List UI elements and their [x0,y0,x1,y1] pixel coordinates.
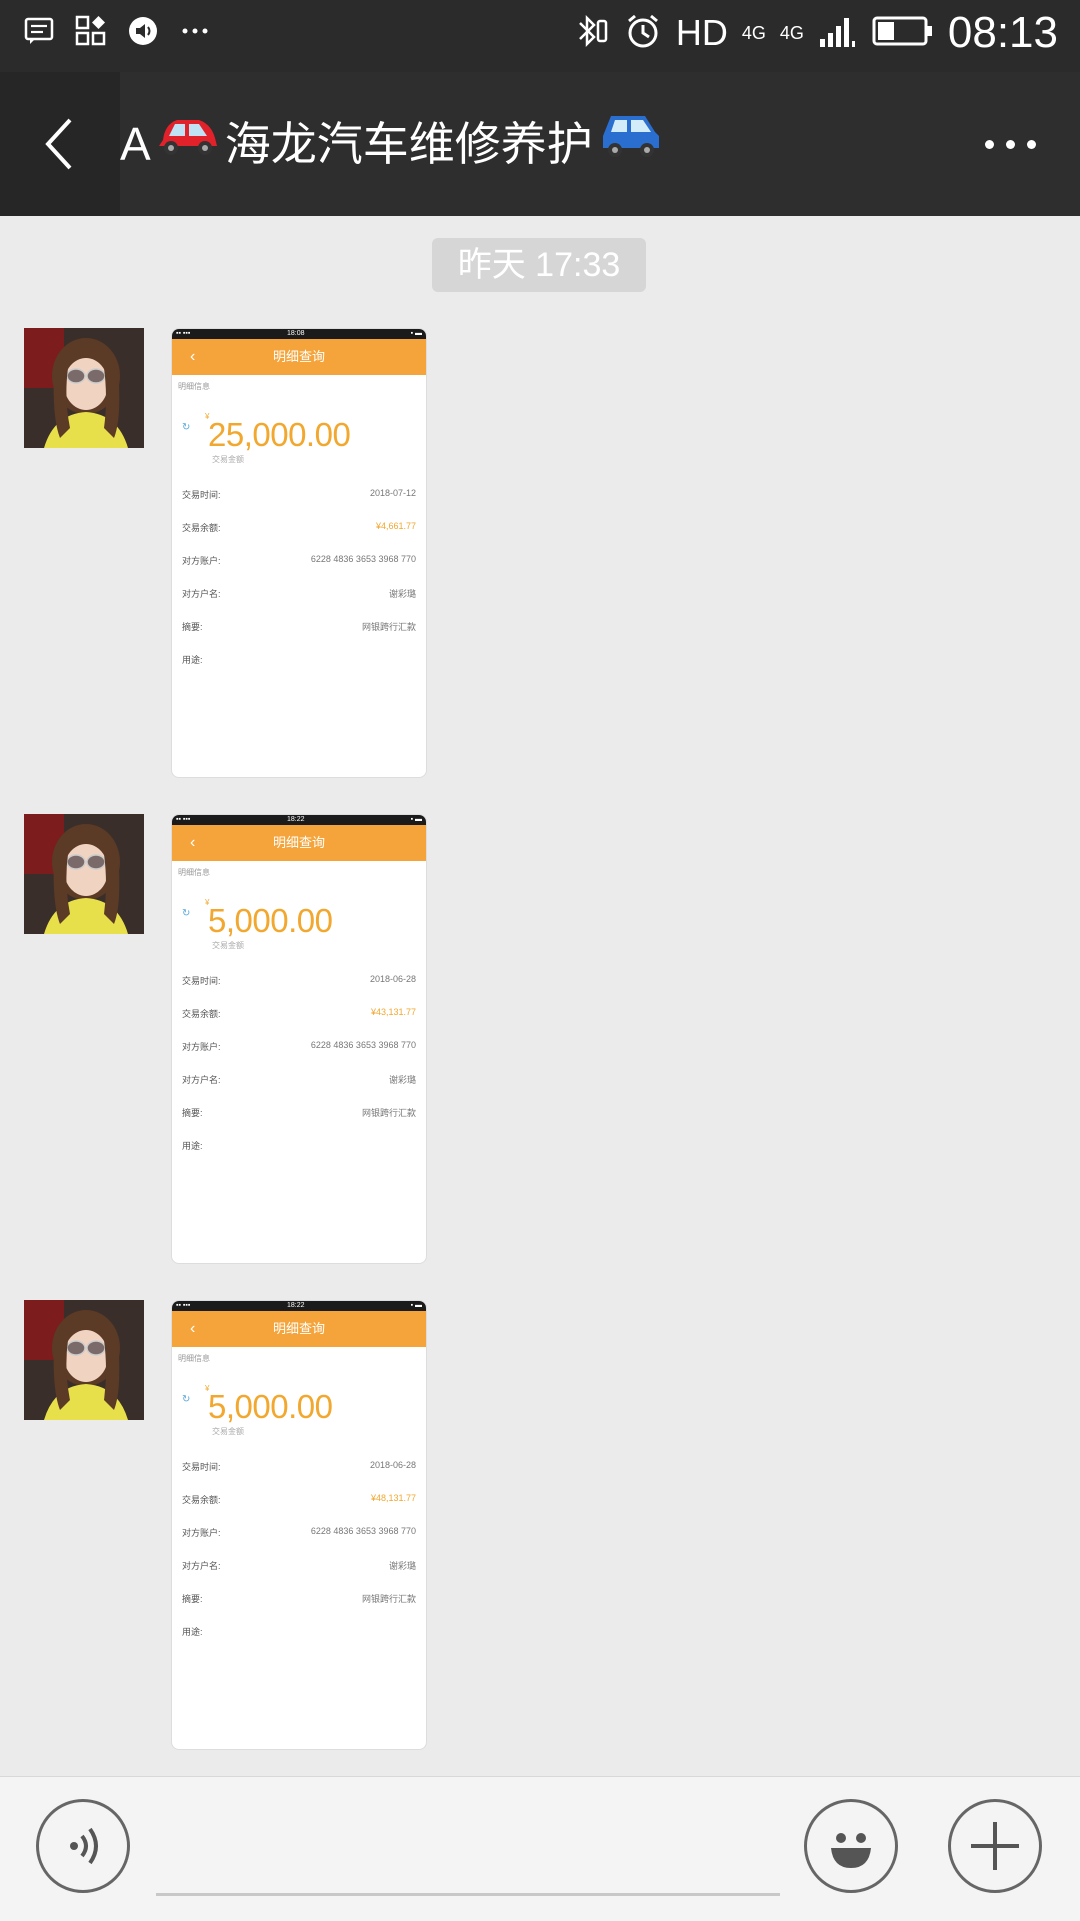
status-left-icons [22,14,212,48]
emoji-icon [831,1833,871,1868]
chat-input-bar [0,1776,1080,1921]
transfer-icon: ↻ [182,422,191,433]
avatar[interactable] [24,328,144,448]
apps-notification-icon [74,14,108,48]
chevron-left-icon [45,118,72,170]
network-4g-label-2: 4G [779,23,804,43]
phone-time: 18:08 [287,330,305,337]
detail-row: 交易余额: ¥4,661.77 [182,521,416,533]
volume-notification-icon [126,14,160,48]
more-options-button[interactable] [970,118,1050,170]
message-notification-icon [22,14,56,48]
avatar[interactable] [24,1300,144,1420]
detail-row: 交易时间: 2018-07-12 [182,488,416,500]
phone-time: 18:22 [287,1302,305,1309]
chevron-left-icon: ‹ [190,1320,196,1337]
screenshot-header-title: 明细查询 [272,835,325,850]
detail-row: 交易时间: 2018-06-28 [182,1460,416,1472]
detail-row: 交易余额: ¥48,131.77 [182,1493,416,1505]
clock: 08:13 [947,8,1058,57]
detail-row: 对方账户: 6228 4836 3653 3968 770 [182,554,416,566]
amount: 25,000.00 [208,416,351,453]
detail-row: 对方户名: 谢彩璐 [182,1561,416,1571]
chat-title: A 海龙汽车维修养护 [120,72,663,216]
chat-title-bar: A 海龙汽车维修养护 [0,72,1080,216]
info-label: 明细信息 [178,868,210,877]
detail-row: 对方户名: 谢彩璐 [182,1075,416,1085]
amount-sub: 交易金额 [212,1427,244,1436]
amount: 5,000.00 [208,1388,333,1425]
hd-label: HD [675,12,728,53]
message-input[interactable] [156,1893,780,1896]
title-main: 海龙汽车维修养护 [224,118,593,170]
image-message-1[interactable]: ▪▪ ▪▪▪ 18:08 ▪ ▬ ‹ 明细查询 明细信息 ↻ ¥ 25,000.00 … [171,328,427,778]
more-dots-icon [984,139,994,149]
detail-row: 用途: [182,1141,203,1151]
screenshot-header-title: 明细查询 [272,1321,325,1336]
plus-button[interactable] [948,1799,1042,1893]
detail-row: 用途: [182,655,203,665]
detail-row: 用途: [182,1627,203,1637]
amount-sub: 交易金额 [212,941,244,950]
plus-icon [971,1822,1019,1870]
more-notifications-icon [178,14,212,48]
chevron-left-icon: ‹ [190,834,196,851]
detail-row: 对方账户: 6228 4836 3653 3968 770 [182,1040,416,1052]
detail-row: 对方户名: 谢彩璐 [182,589,416,599]
transfer-icon: ↻ [182,1394,191,1405]
detail-row: 摘要: 网银跨行汇款 [182,622,416,632]
message-timestamp: 昨天 17:33 [432,238,646,292]
detail-row: 交易余额: ¥43,131.77 [182,1007,416,1019]
detail-row: 对方账户: 6228 4836 3653 3968 770 [182,1526,416,1538]
status-bar: HD 4G 4G 08:13 [0,0,1080,72]
signal-icon [818,13,858,54]
info-label: 明细信息 [178,1354,210,1363]
image-message-3[interactable]: ▪▪ ▪▪▪ 18:22 ▪ ▬ ‹ 明细查询 明细信息 ↻ ¥ 5,000.00 交… [171,1300,427,1750]
amount-sub: 交易金额 [212,455,244,464]
info-label: 明细信息 [178,382,210,391]
battery-icon [872,15,934,52]
amount: 5,000.00 [208,902,333,939]
user-photo-icon [24,328,144,448]
chevron-left-icon: ‹ [190,348,196,365]
user-photo-icon [24,814,144,934]
red-car-emoji-icon [155,72,221,216]
detail-row: 摘要: 网银跨行汇款 [182,1594,416,1604]
detail-row: 摘要: 网银跨行汇款 [182,1108,416,1118]
voice-input-button[interactable] [36,1799,130,1893]
network-4g-label: 4G [741,23,766,43]
voice-icon [70,1827,98,1865]
image-message-2[interactable]: ▪▪ ▪▪▪ 18:22 ▪ ▬ ‹ 明细查询 明细信息 ↻ ¥ 5,000.00 交… [171,814,427,1264]
phone-time: 18:22 [287,816,305,823]
screenshot-header-title: 明细查询 [272,349,325,364]
blue-car-emoji-icon [597,72,663,216]
back-button[interactable] [0,72,120,216]
transfer-icon: ↻ [182,908,191,919]
detail-row: 交易时间: 2018-06-28 [182,974,416,986]
emoji-button[interactable] [804,1799,898,1893]
avatar[interactable] [24,814,144,934]
bluetooth-vibrate-icon [570,11,610,56]
status-right-icons: HD 4G 4G 08:13 [570,8,1058,58]
alarm-icon [624,12,662,55]
title-prefix: A [120,118,151,170]
user-photo-icon [24,1300,144,1420]
